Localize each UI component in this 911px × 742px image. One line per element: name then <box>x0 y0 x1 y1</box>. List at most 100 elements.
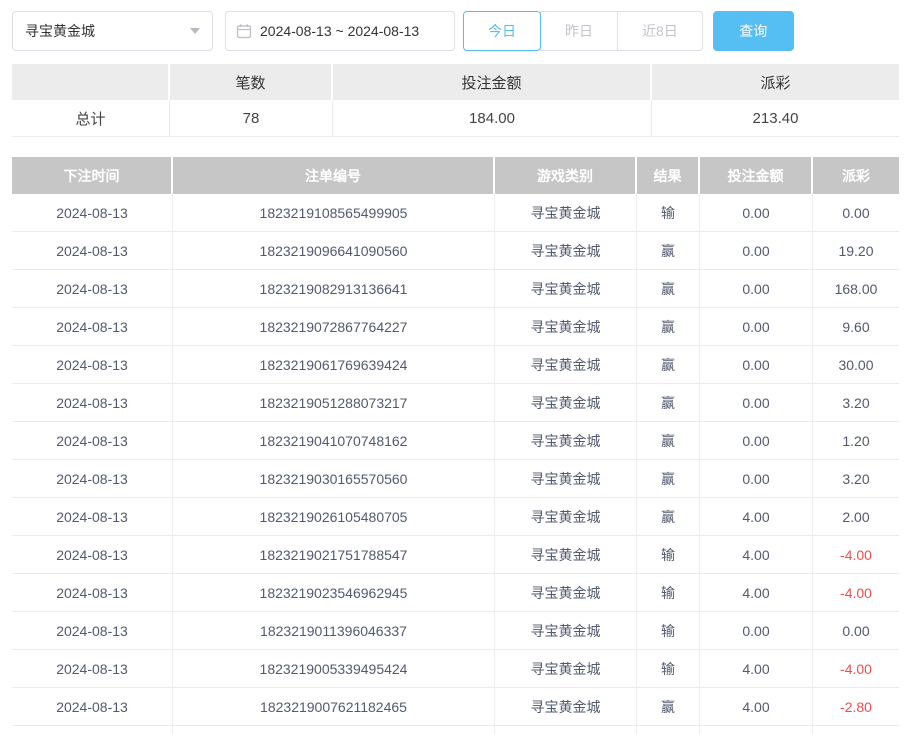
bet-records-table: 下注时间 注单编号 游戏类别 结果 投注金额 派彩 2024-08-13 182… <box>12 157 899 734</box>
bet-table-body: 2024-08-13 1823219108565499905 寻宝黄金城 输 0… <box>12 194 899 726</box>
partial-row <box>12 726 899 734</box>
summary-header-count: 笔数 <box>170 64 333 100</box>
cell-payout: 3.20 <box>813 460 899 498</box>
cell-result: 赢 <box>637 232 700 270</box>
table-row: 2024-08-13 1823219030165570560 寻宝黄金城 赢 0… <box>12 460 899 498</box>
cell-bet-time: 2024-08-13 <box>12 498 173 536</box>
header-result: 结果 <box>637 157 700 194</box>
cell-game-type: 寻宝黄金城 <box>495 612 637 650</box>
date-range-picker[interactable]: 2024-08-13 ~ 2024-08-13 <box>225 11 455 51</box>
cell-order-number: 1823219082913136641 <box>173 270 495 308</box>
cell-payout: -2.80 <box>813 688 899 726</box>
today-button[interactable]: 今日 <box>463 11 541 51</box>
last-8-days-button[interactable]: 近8日 <box>617 11 703 51</box>
summary-header-bet-amount: 投注金额 <box>333 64 652 100</box>
cell-bet-amount: 4.00 <box>700 536 813 574</box>
cell-result: 赢 <box>637 460 700 498</box>
cell-game-type: 寻宝黄金城 <box>495 422 637 460</box>
cell-order-number: 1823219007621182465 <box>173 688 495 726</box>
summary-header-row: 笔数 投注金额 派彩 <box>12 64 899 100</box>
cell-game-type: 寻宝黄金城 <box>495 308 637 346</box>
table-row: 2024-08-13 1823219082913136641 寻宝黄金城 赢 0… <box>12 270 899 308</box>
bet-table-header-row: 下注时间 注单编号 游戏类别 结果 投注金额 派彩 <box>12 157 899 194</box>
cell-order-number: 1823219011396046337 <box>173 612 495 650</box>
cell-payout: 19.20 <box>813 232 899 270</box>
cell-bet-time: 2024-08-13 <box>12 384 173 422</box>
table-row: 2024-08-13 1823219007621182465 寻宝黄金城 赢 4… <box>12 688 899 726</box>
cell-payout: 1.20 <box>813 422 899 460</box>
cell-payout: 30.00 <box>813 346 899 384</box>
summary-total-count: 78 <box>170 100 333 137</box>
cell-order-number: 1823219108565499905 <box>173 194 495 232</box>
cell-game-type: 寻宝黄金城 <box>495 460 637 498</box>
table-row: 2024-08-13 1823219011396046337 寻宝黄金城 输 0… <box>12 612 899 650</box>
table-row: 2024-08-13 1823219061769639424 寻宝黄金城 赢 0… <box>12 346 899 384</box>
yesterday-button[interactable]: 昨日 <box>540 11 618 51</box>
cell-result: 输 <box>637 536 700 574</box>
cell-bet-time: 2024-08-13 <box>12 536 173 574</box>
cell-bet-amount: 4.00 <box>700 574 813 612</box>
table-row: 2024-08-13 1823219023546962945 寻宝黄金城 输 4… <box>12 574 899 612</box>
cell-bet-time: 2024-08-13 <box>12 232 173 270</box>
summary-table: 笔数 投注金额 派彩 总计 78 184.00 213.40 <box>12 64 899 137</box>
cell-bet-time: 2024-08-13 <box>12 308 173 346</box>
table-row: 2024-08-13 1823219096641090560 寻宝黄金城 赢 0… <box>12 232 899 270</box>
cell-bet-time: 2024-08-13 <box>12 460 173 498</box>
table-row: 2024-08-13 1823219021751788547 寻宝黄金城 输 4… <box>12 536 899 574</box>
cell-game-type: 寻宝黄金城 <box>495 232 637 270</box>
cell-game-type: 寻宝黄金城 <box>495 384 637 422</box>
cell-result: 赢 <box>637 384 700 422</box>
cell-result: 赢 <box>637 308 700 346</box>
cell-payout: 0.00 <box>813 612 899 650</box>
cell-order-number: 1823219005339495424 <box>173 650 495 688</box>
cell-result: 赢 <box>637 346 700 384</box>
cell-bet-time: 2024-08-13 <box>12 574 173 612</box>
cell-bet-amount: 0.00 <box>700 232 813 270</box>
cell-bet-time: 2024-08-13 <box>12 650 173 688</box>
cell-bet-time: 2024-08-13 <box>12 346 173 384</box>
cell-payout: 0.00 <box>813 194 899 232</box>
cell-bet-amount: 0.00 <box>700 346 813 384</box>
cell-result: 赢 <box>637 270 700 308</box>
cell-bet-time: 2024-08-13 <box>12 270 173 308</box>
cell-bet-time: 2024-08-13 <box>12 422 173 460</box>
table-row: 2024-08-13 1823219108565499905 寻宝黄金城 输 0… <box>12 194 899 232</box>
calendar-icon <box>236 23 252 39</box>
cell-bet-amount: 0.00 <box>700 270 813 308</box>
cell-order-number: 1823219061769639424 <box>173 346 495 384</box>
cell-bet-time: 2024-08-13 <box>12 194 173 232</box>
header-bet-time: 下注时间 <box>12 157 173 194</box>
cell-payout: 3.20 <box>813 384 899 422</box>
table-row: 2024-08-13 1823219051288073217 寻宝黄金城 赢 0… <box>12 384 899 422</box>
summary-header-empty <box>12 64 170 100</box>
cell-bet-amount: 0.00 <box>700 460 813 498</box>
game-select-value: 寻宝黄金城 <box>25 21 95 41</box>
cell-result: 输 <box>637 194 700 232</box>
cell-order-number: 1823219021751788547 <box>173 536 495 574</box>
cell-payout: 9.60 <box>813 308 899 346</box>
cell-game-type: 寻宝黄金城 <box>495 650 637 688</box>
cell-bet-time: 2024-08-13 <box>12 612 173 650</box>
cell-bet-amount: 4.00 <box>700 688 813 726</box>
cell-bet-amount: 4.00 <box>700 650 813 688</box>
cell-game-type: 寻宝黄金城 <box>495 498 637 536</box>
cell-payout: 168.00 <box>813 270 899 308</box>
cell-bet-amount: 0.00 <box>700 612 813 650</box>
cell-bet-amount: 4.00 <box>700 498 813 536</box>
quick-date-button-group: 今日 昨日 近8日 <box>463 11 703 51</box>
summary-total-bet-amount: 184.00 <box>333 100 652 137</box>
cell-order-number: 1823219041070748162 <box>173 422 495 460</box>
header-payout: 派彩 <box>813 157 899 194</box>
cell-game-type: 寻宝黄金城 <box>495 346 637 384</box>
chevron-down-icon <box>190 28 200 34</box>
cell-order-number: 1823219096641090560 <box>173 232 495 270</box>
cell-bet-amount: 0.00 <box>700 194 813 232</box>
query-button[interactable]: 查询 <box>713 11 794 51</box>
header-order-number: 注单编号 <box>173 157 495 194</box>
table-row: 2024-08-13 1823219005339495424 寻宝黄金城 输 4… <box>12 650 899 688</box>
cell-bet-amount: 0.00 <box>700 422 813 460</box>
cell-result: 输 <box>637 574 700 612</box>
game-select-dropdown[interactable]: 寻宝黄金城 <box>12 11 213 51</box>
cell-order-number: 1823219023546962945 <box>173 574 495 612</box>
table-row: 2024-08-13 1823219026105480705 寻宝黄金城 赢 4… <box>12 498 899 536</box>
